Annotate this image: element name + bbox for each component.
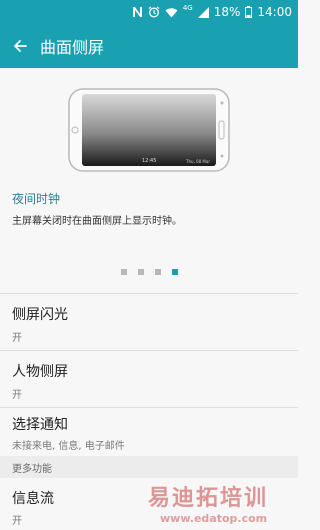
setting-title: 选择通知 [12, 417, 68, 433]
setting-title: 侧屏闪光 [12, 307, 68, 323]
section-label: 更多功能 [12, 464, 52, 475]
battery-icon [245, 6, 253, 18]
signal-label: 4G [182, 4, 193, 12]
n-icon [132, 6, 143, 18]
watermark-chinese: 易迪拓培训 [148, 486, 269, 511]
back-button[interactable] [0, 24, 40, 68]
section-header-more: 更多功能 [0, 456, 298, 478]
phone-screen-clock: 12:45 [142, 158, 157, 164]
wifi-icon [165, 7, 178, 18]
page-indicator [121, 269, 178, 275]
page-dot[interactable] [155, 269, 161, 275]
feature-title: 夜间时钟 [12, 192, 61, 206]
setting-status: 开 [12, 516, 22, 527]
setting-title: 人物侧屏 [12, 364, 68, 380]
page-dot-active[interactable] [172, 269, 178, 275]
app-bar: 曲面侧屏 [0, 24, 298, 68]
setting-status: 未接来电, 信息, 电子邮件 [12, 441, 125, 452]
feature-description: 主屏幕关闭时在曲面侧屏上显示时钟。 [12, 216, 182, 227]
back-arrow-icon [14, 40, 27, 52]
status-icons: 4G 18% 14:00 [132, 0, 292, 24]
page-dot[interactable] [138, 269, 144, 275]
setting-edge-lighting[interactable]: 侧屏闪光 开 [0, 294, 298, 350]
page-dot[interactable] [121, 269, 127, 275]
status-clock: 14:00 [257, 5, 292, 19]
battery-percent: 18% [213, 5, 241, 19]
page-title: 曲面侧屏 [40, 38, 105, 57]
alarm-icon [148, 6, 160, 18]
status-bar: 4G 18% 14:00 [0, 0, 298, 24]
setting-status: 开 [12, 333, 22, 344]
signal-icon [197, 6, 209, 18]
setting-people-edge[interactable]: 人物侧屏 开 [0, 351, 298, 407]
setting-title: 信息流 [12, 491, 54, 507]
watermark: 易迪拓培训 www.edatop.com [142, 480, 292, 528]
phone-screen-date: Thu, 08 Mar [186, 159, 210, 164]
setting-status: 开 [12, 390, 22, 401]
watermark-url: www.edatop.com [160, 512, 268, 525]
